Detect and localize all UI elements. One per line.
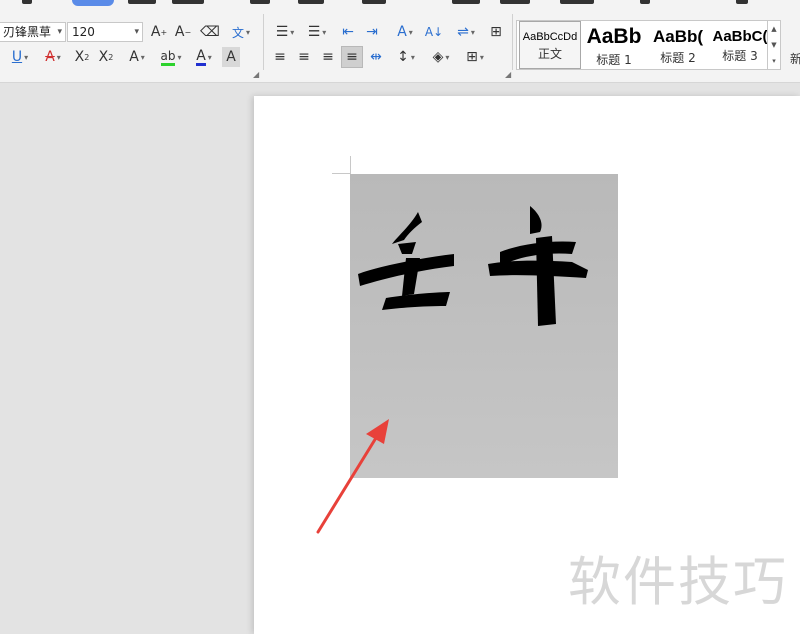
arrow-line <box>316 431 381 534</box>
watermark-text: 软件技巧 <box>568 552 788 613</box>
annotation-arrow <box>316 419 389 534</box>
arrow-head-icon <box>366 419 389 444</box>
